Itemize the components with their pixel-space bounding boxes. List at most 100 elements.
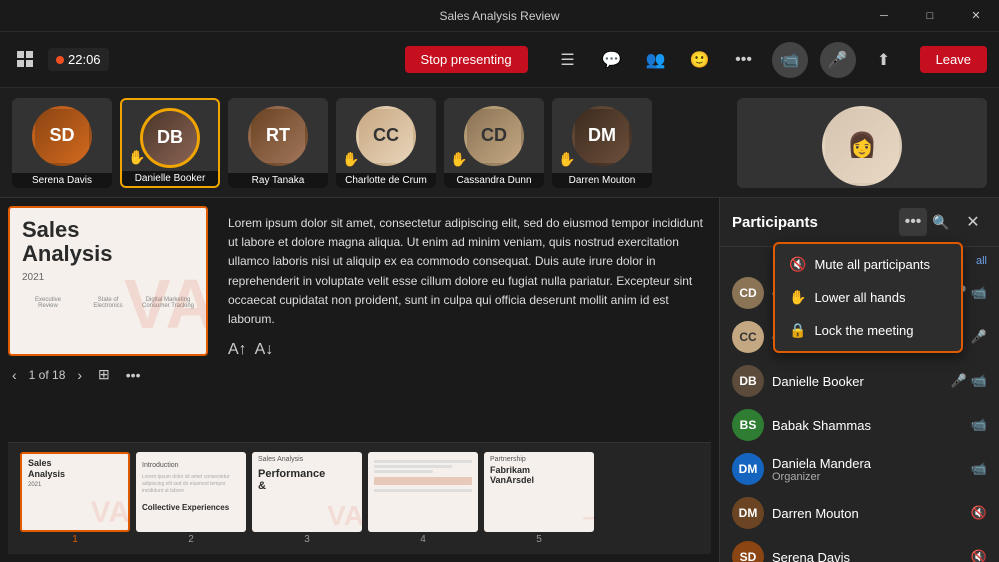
slide-navigation: ‹ 1 of 18 › ⊞ ••• [8, 362, 208, 387]
video-icon: 📹 [971, 417, 987, 433]
avatar-charlotte: CC [356, 106, 416, 166]
panel-search-button[interactable]: 🔍 [927, 208, 955, 236]
mute-all-label: Mute all participants [814, 257, 930, 272]
thumb-num-2: 2 [136, 534, 246, 545]
slide-panel: SalesAnalysis 2021 VA ExecutiveReview St… [8, 206, 208, 442]
participant-thumb-4[interactable]: CD ✋ Cassandra Dunn [444, 98, 544, 188]
hand-icon: ✋ [789, 289, 806, 306]
participant-thumb-2[interactable]: RT Ray Tanaka [228, 98, 328, 188]
list-item[interactable]: DB Danielle Booker 🎤 📹 [720, 359, 999, 403]
mute-all-item[interactable]: 🔇 Mute all participants [775, 248, 961, 281]
mic-icon: 🔇 [971, 505, 987, 521]
name-serena: Serena Davis [772, 550, 963, 562]
avatar-ray: RT [248, 106, 308, 166]
next-slide-button[interactable]: › [73, 365, 86, 385]
reactions-icon[interactable]: 🙂 [684, 44, 716, 76]
thumb-item-1[interactable]: SalesAnalysis 2021 VA 1 [20, 452, 130, 545]
presentation-area: SalesAnalysis 2021 VA ExecutiveReview St… [0, 198, 719, 562]
avatar-babak-p: BS [732, 409, 764, 441]
thumb-slide-5[interactable]: Partnership FabrikamVanArsdel – [484, 452, 594, 532]
thumb-item-3[interactable]: Sales Analysis Performance& VA 3 [252, 452, 362, 545]
sub-daniela: Organizer [772, 471, 963, 483]
name-danielle: Danielle Booker [772, 374, 943, 389]
thumb-num-1: 1 [20, 534, 130, 545]
more-icon[interactable]: ••• [728, 44, 760, 76]
participant-thumb-0[interactable]: SD Serena Davis [12, 98, 112, 188]
participant-thumb-1[interactable]: DB ✋ Danielle Booker [120, 98, 220, 188]
hand-badge-4: ✋ [450, 151, 467, 168]
duplicate-button[interactable]: ⊞ [94, 364, 114, 385]
avatar-danielle-p: DB [732, 365, 764, 397]
lock-meeting-item[interactable]: 🔒 Lock the meeting [775, 314, 961, 347]
avatar-charlotte-p: CC [732, 321, 764, 353]
panel-header: Participants ••• 🔍 ✕ [720, 198, 999, 247]
icons-charlotte: 🎤 [971, 329, 987, 345]
lower-hands-item[interactable]: ✋ Lower all hands [775, 281, 961, 314]
list-item[interactable]: DM Daniela Mandera Organizer 📹 [720, 447, 999, 491]
leave-button[interactable]: Leave [920, 46, 987, 73]
maximize-button[interactable]: □ [907, 0, 953, 32]
text-increase-button[interactable]: A↑ [228, 341, 247, 359]
list-item[interactable]: BS Babak Shammas 📹 [720, 403, 999, 447]
participant-label-1: Danielle Booker [122, 171, 218, 186]
thumb-num-3: 3 [252, 534, 362, 545]
participant-thumb-5[interactable]: DM ✋ Darren Mouton [552, 98, 652, 188]
chat-icon[interactable]: 💬 [596, 44, 628, 76]
thumb-label-2: Collective Experiences [142, 503, 240, 512]
thumb-bg-1: VA [91, 496, 128, 530]
presenter-video[interactable]: 👩 [737, 98, 987, 188]
text-decrease-button[interactable]: A↓ [255, 341, 274, 359]
camera-button[interactable]: 📹 [772, 42, 808, 78]
thumb-slide-4[interactable] [368, 452, 478, 532]
thumb-item-4[interactable]: 4 [368, 452, 478, 545]
lower-hands-label: Lower all hands [814, 290, 905, 305]
icons-darren: 🔇 [971, 505, 987, 521]
grid-icon[interactable] [12, 46, 40, 74]
thumb-perf-title: Performance& [258, 468, 356, 492]
window-title: Sales Analysis Review [439, 9, 559, 23]
thumb-slide-2[interactable]: Introduction Lorem ipsum dolor sit amet … [136, 452, 246, 532]
list-item[interactable]: SD Serena Davis 🔇 [720, 535, 999, 562]
video-icon: 📹 [971, 373, 987, 389]
window-controls: ─ □ ✕ [861, 0, 999, 32]
thumb-item-2[interactable]: Introduction Lorem ipsum dolor sit amet … [136, 452, 246, 545]
thumb-year-1: 2021 [28, 482, 122, 488]
context-menu: 🔇 Mute all participants ✋ Lower all hand… [773, 242, 963, 353]
participants-panel: Participants ••• 🔍 ✕ 🔇 Mute all particip… [719, 198, 999, 562]
avatar-serena-p: SD [732, 541, 764, 562]
mic-button[interactable]: 🎤 [820, 42, 856, 78]
thumb-title-1: SalesAnalysis [28, 458, 122, 480]
minimize-button[interactable]: ─ [861, 0, 907, 32]
icons-daniela: 📹 [971, 461, 987, 477]
thumb-item-5[interactable]: Partnership FabrikamVanArsdel – 5 [484, 452, 594, 545]
meeting-bar: 22:06 Stop presenting ☰ 💬 👥 🙂 ••• 📹 🎤 ⬆ … [0, 32, 999, 88]
participant-thumb-3[interactable]: CC ✋ Charlotte de Crum [336, 98, 436, 188]
meeting-toolbar: ☰ 💬 👥 🙂 ••• 📹 🎤 ⬆ Leave [552, 42, 987, 78]
avatar-daniela-p: DM [732, 453, 764, 485]
avatar-darren-p: DM [732, 497, 764, 529]
thumb-slide-3[interactable]: Sales Analysis Performance& VA [252, 452, 362, 532]
stop-presenting-button[interactable]: Stop presenting [405, 46, 528, 73]
panel-close-button[interactable]: ✕ [959, 208, 987, 236]
chat-menu-icon[interactable]: ☰ [552, 44, 584, 76]
participant-label-2: Ray Tanaka [228, 173, 328, 188]
thumb-slide-1[interactable]: SalesAnalysis 2021 VA [20, 452, 130, 532]
thumb-rows-4 [374, 460, 472, 492]
participants-icon[interactable]: 👥 [640, 44, 672, 76]
icons-danielle: 🎤 📹 [951, 373, 987, 389]
recording-dot [56, 56, 64, 64]
slide-body-content: Lorem ipsum dolor sit amet, consectetur … [220, 206, 711, 442]
thumb-title-2: Introduction [142, 462, 240, 470]
share-button[interactable]: ⬆ [868, 44, 900, 76]
thumb-partner-title: FabrikamVanArsdel [490, 465, 588, 485]
hand-badge-5: ✋ [558, 151, 575, 168]
panel-more-button[interactable]: ••• [899, 208, 927, 236]
list-item[interactable]: DM Darren Mouton 🔇 [720, 491, 999, 535]
slide-counter: 1 of 18 [29, 368, 66, 382]
more-slides-button[interactable]: ••• [122, 365, 145, 385]
participant-label-4: Cassandra Dunn [444, 173, 544, 188]
prev-slide-button[interactable]: ‹ [8, 365, 21, 385]
mute-icon: 🔇 [789, 256, 806, 273]
close-button[interactable]: ✕ [953, 0, 999, 32]
mic-icon: 🎤 [951, 373, 967, 389]
